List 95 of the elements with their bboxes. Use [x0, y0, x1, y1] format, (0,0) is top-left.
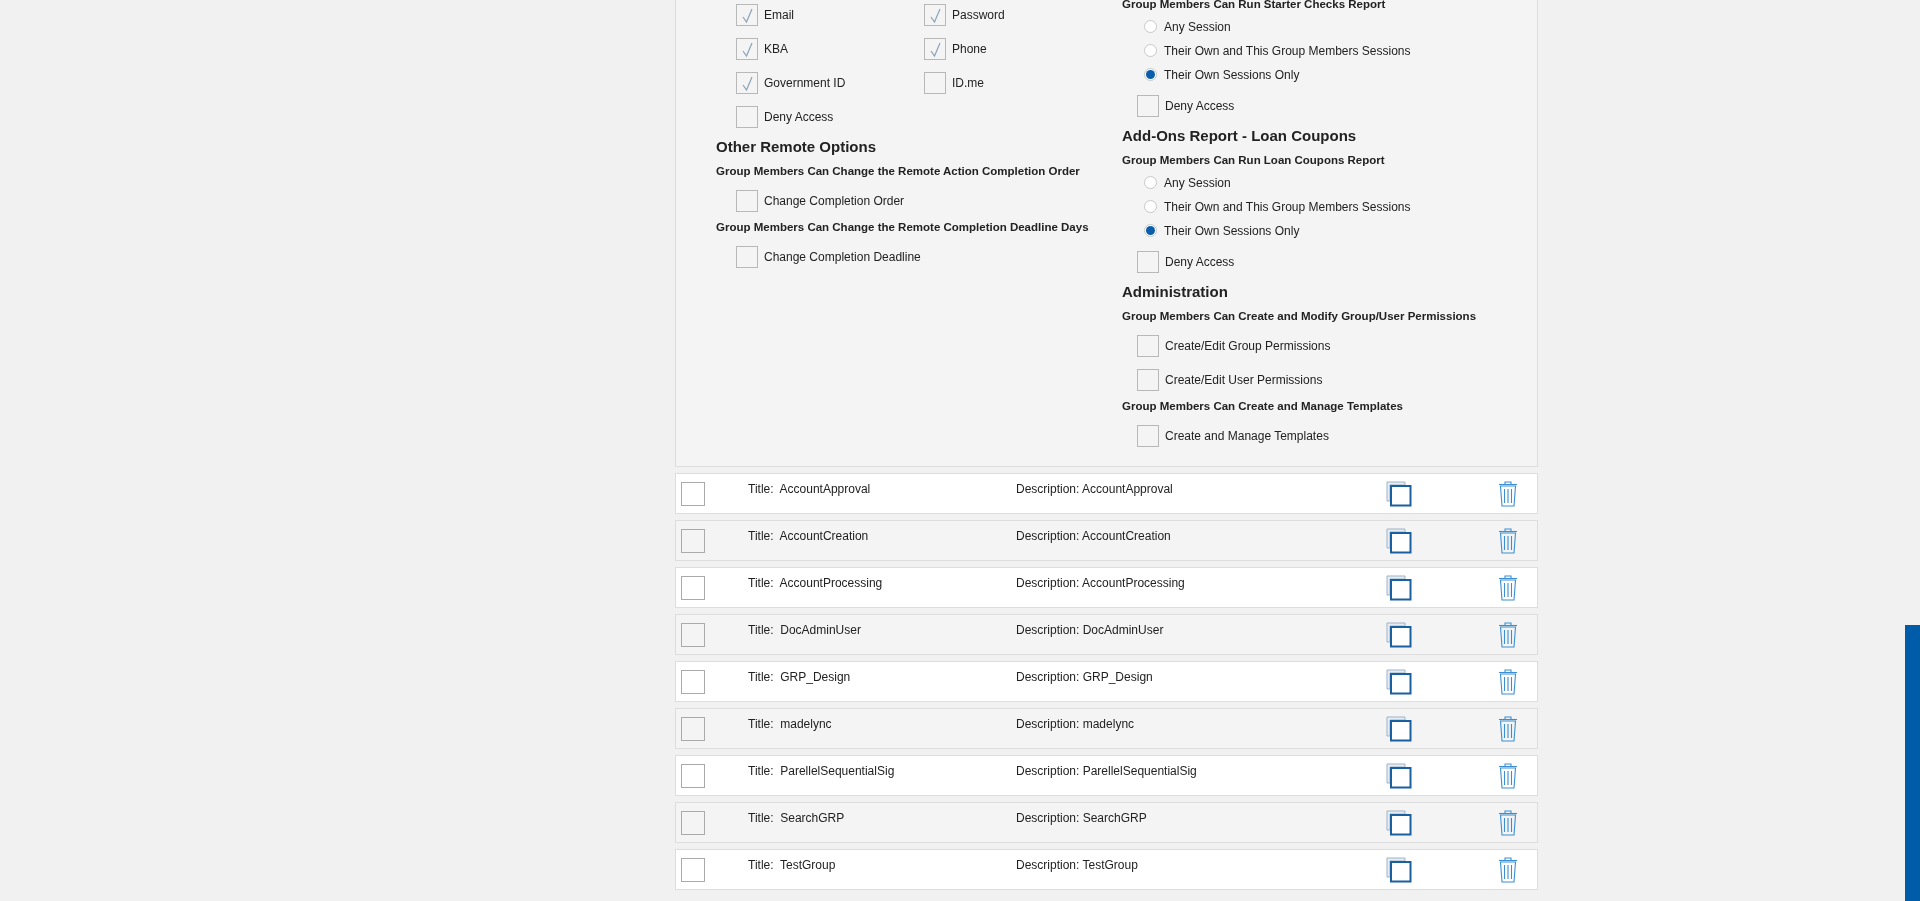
checkbox-label: KBA [764, 42, 788, 56]
section-subheading: Group Members Can Create and Manage Templates [1122, 399, 1404, 413]
radio-button[interactable] [1144, 20, 1157, 33]
copy-icon[interactable] [1386, 621, 1412, 648]
section-heading: Add-Ons Report - Loan Coupons [1122, 127, 1358, 145]
checkbox[interactable] [924, 72, 946, 94]
group-title: Title: AccountProcessing [748, 576, 884, 590]
checkbox[interactable] [736, 106, 758, 128]
group-description: Description: SearchGRP [1016, 811, 1148, 825]
section-subheading: Group Members Can Change the Remote Completion Deadline Days [716, 220, 1090, 234]
checkbox[interactable] [1137, 369, 1159, 391]
scrollbar-thumb[interactable] [1905, 625, 1920, 901]
checkbox-label: ID.me [952, 76, 984, 90]
copy-icon[interactable] [1386, 574, 1412, 601]
copy-icon[interactable] [1386, 809, 1412, 836]
checkbox[interactable] [681, 716, 705, 741]
section-subheading: Group Members Can Run Loan Coupons Report [1122, 153, 1386, 167]
group-title: Title: madelync [748, 717, 833, 731]
copy-icon[interactable] [1386, 715, 1412, 742]
checkbox[interactable] [1137, 95, 1159, 117]
checkbox[interactable] [681, 622, 705, 647]
radio-label: Any Session [1164, 19, 1231, 34]
group-description: Description: ParellelSequentialSig [1016, 764, 1198, 778]
checkbox-label: Create/Edit Group Permissions [1165, 339, 1331, 353]
radio-label: Any Session [1164, 175, 1231, 190]
copy-icon[interactable] [1386, 856, 1412, 883]
group-description: Description: DocAdminUser [1016, 623, 1165, 637]
group-title: Title: GRP_Design [748, 670, 852, 684]
group-title: Title: TestGroup [748, 858, 837, 872]
trash-icon[interactable] [1498, 856, 1518, 883]
radio-button[interactable] [1144, 68, 1157, 81]
group-description: Description: AccountProcessing [1016, 576, 1186, 590]
group-description: Description: AccountCreation [1016, 529, 1172, 543]
section-subheading: Group Members Can Run Starter Checks Report [1122, 0, 1387, 11]
checkbox[interactable] [681, 481, 705, 506]
checkbox[interactable] [1137, 425, 1159, 447]
checkbox[interactable] [736, 190, 758, 212]
section-subheading: Group Members Can Create and Modify Group/User Permissions [1122, 309, 1478, 323]
checkbox-label: Deny Access [1165, 99, 1235, 113]
checkbox-label: Email [764, 8, 794, 22]
checkbox-label: Government ID [764, 76, 846, 90]
checkbox[interactable] [1137, 251, 1159, 273]
copy-icon[interactable] [1386, 527, 1412, 554]
copy-icon[interactable] [1386, 480, 1412, 507]
checkbox[interactable] [924, 38, 946, 60]
copy-icon[interactable] [1386, 762, 1412, 789]
checkbox[interactable] [681, 528, 705, 553]
trash-icon[interactable] [1498, 527, 1518, 554]
trash-icon[interactable] [1498, 668, 1518, 695]
section-heading: Other Remote Options [716, 138, 877, 156]
trash-icon[interactable] [1498, 621, 1518, 648]
group-description: Description: madelync [1016, 717, 1136, 731]
trash-icon[interactable] [1498, 480, 1518, 507]
checkbox[interactable] [681, 575, 705, 600]
trash-icon[interactable] [1498, 809, 1518, 836]
radio-label: Their Own and This Group Members Sessions [1164, 199, 1411, 214]
checkbox-label: Create and Manage Templates [1165, 429, 1329, 443]
group-title: Title: SearchGRP [748, 811, 846, 825]
trash-icon[interactable] [1498, 574, 1518, 601]
checkbox-label: Change Completion Deadline [764, 250, 921, 264]
checkbox[interactable] [681, 810, 705, 835]
checkbox-label: Password [952, 8, 1005, 22]
radio-label: Their Own Sessions Only [1164, 223, 1300, 238]
group-description: Description: TestGroup [1016, 858, 1139, 872]
checkbox[interactable] [681, 669, 705, 694]
checkbox-label: Create/Edit User Permissions [1165, 373, 1323, 387]
trash-icon[interactable] [1498, 715, 1518, 742]
radio-button[interactable] [1144, 44, 1157, 57]
radio-button[interactable] [1144, 176, 1157, 189]
checkbox[interactable] [924, 4, 946, 26]
radio-label: Their Own and This Group Members Sessions [1164, 43, 1411, 58]
group-title: Title: AccountCreation [748, 529, 870, 543]
checkbox[interactable] [736, 38, 758, 60]
group-title: Title: ParellelSequentialSig [748, 764, 896, 778]
checkbox[interactable] [736, 246, 758, 268]
checkbox[interactable] [681, 857, 705, 882]
radio-button[interactable] [1144, 200, 1157, 213]
group-description: Description: GRP_Design [1016, 670, 1154, 684]
checkbox[interactable] [736, 72, 758, 94]
group-description: Description: AccountApproval [1016, 482, 1174, 496]
radio-label: Their Own Sessions Only [1164, 67, 1300, 82]
section-subheading: Group Members Can Change the Remote Action Completion Order [716, 164, 1081, 178]
checkbox[interactable] [1137, 335, 1159, 357]
group-title: Title: DocAdminUser [748, 623, 862, 637]
copy-icon[interactable] [1386, 668, 1412, 695]
checkbox-label: Phone [952, 42, 987, 56]
checkbox-label: Deny Access [1165, 255, 1235, 269]
checkbox-label: Change Completion Order [764, 194, 905, 208]
group-title: Title: AccountApproval [748, 482, 872, 496]
radio-button[interactable] [1144, 224, 1157, 237]
section-heading: Administration [1122, 283, 1229, 301]
trash-icon[interactable] [1498, 762, 1518, 789]
checkbox[interactable] [736, 4, 758, 26]
checkbox[interactable] [681, 763, 705, 788]
checkbox-label: Deny Access [764, 110, 834, 124]
